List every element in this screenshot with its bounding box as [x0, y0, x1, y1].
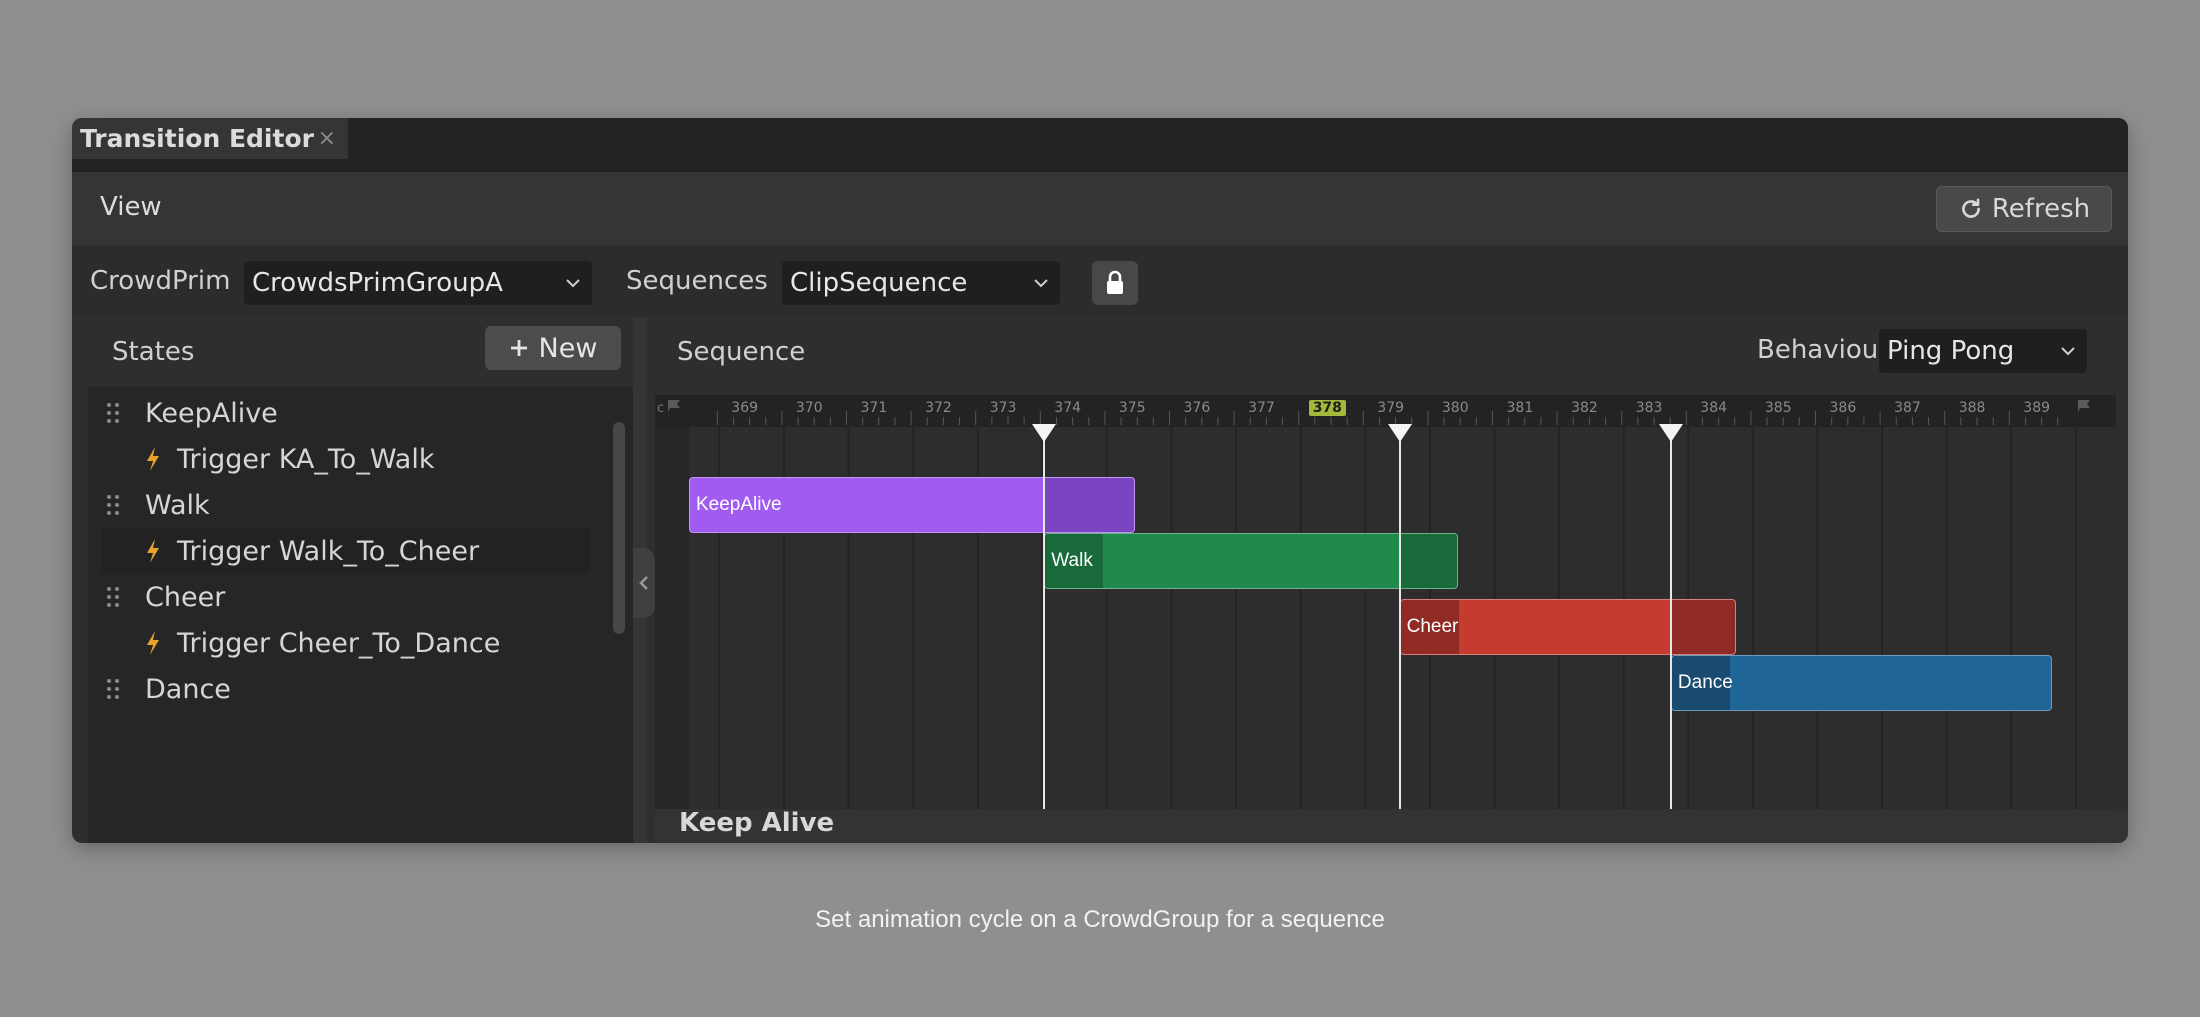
ruler-tick-label: 389 — [2023, 400, 2051, 416]
behaviour-value: Ping Pong — [1887, 336, 2015, 366]
clip-detail-bar: Keep Alive — [655, 808, 2128, 843]
sequence-header: Sequence Behaviour Ping Pong — [647, 317, 2128, 387]
ruler-tick-label: 372 — [925, 400, 952, 416]
ruler-tick-label: 386 — [1829, 400, 1857, 416]
transition-marker-icon[interactable] — [1031, 423, 1057, 443]
clip-keepalive[interactable]: KeepAlive — [689, 477, 1135, 533]
clip-blend-out — [1398, 534, 1457, 588]
trigger-label: Trigger Walk_To_Cheer — [177, 535, 480, 567]
states-scrollbar[interactable] — [613, 422, 625, 634]
state-label: Cheer — [145, 581, 226, 613]
editor-body: States New KeepAlive Trigger KA_To_Walk … — [72, 118, 2128, 843]
transition-marker-line[interactable] — [1043, 429, 1046, 809]
collapse-panel-button[interactable] — [633, 548, 655, 618]
chevron-down-icon — [2059, 345, 2077, 357]
sequence-title: Sequence — [677, 337, 806, 367]
lightning-icon — [147, 447, 159, 471]
ruler-tick-label: 369 — [731, 400, 759, 416]
ruler-tick-label: 376 — [1183, 400, 1211, 416]
ruler-tick-label: 387 — [1894, 400, 1921, 416]
drag-handle-icon[interactable] — [106, 677, 120, 701]
clip-walk[interactable]: Walk — [1044, 533, 1458, 589]
ruler-tick-label: 371 — [860, 400, 888, 416]
clips-layer: KeepAlive Walk Cheer Dance — [655, 424, 2116, 809]
ruler-tick-label: 382 — [1571, 400, 1598, 416]
trigger-label: Trigger KA_To_Walk — [177, 443, 435, 475]
ruler-tick-label: 385 — [1764, 400, 1792, 416]
ruler-tick-label: 384 — [1700, 400, 1728, 416]
transition-marker-icon[interactable] — [1658, 423, 1684, 443]
ruler-tick-label: 377 — [1248, 400, 1275, 416]
state-label: Walk — [145, 489, 210, 521]
ruler-tick-label: 373 — [989, 400, 1017, 416]
state-label: KeepAlive — [145, 397, 278, 429]
clip-detail-title: Keep Alive — [679, 808, 835, 838]
timeline-ruler[interactable]: c 369 370 371 372 373 374 375 376 377 378 379 380 38… — [655, 395, 2116, 427]
transition-marker-icon[interactable] — [1387, 423, 1413, 443]
drag-handle-icon[interactable] — [106, 585, 120, 609]
clip-label: KeepAlive — [696, 494, 782, 515]
chevron-left-icon — [639, 576, 648, 590]
ruler-tick-label: 381 — [1506, 400, 1534, 416]
ruler-tick-label: 383 — [1635, 400, 1663, 416]
clip-blend-out — [1043, 478, 1134, 532]
ruler-tick-label: 388 — [1958, 400, 1986, 416]
trigger-item-cheer-to-dance[interactable]: Trigger Cheer_To_Dance — [88, 621, 608, 665]
lightning-icon — [147, 539, 159, 563]
ruler-tick-label: 374 — [1054, 400, 1082, 416]
state-item-keepalive[interactable]: KeepAlive — [88, 391, 608, 435]
ruler-tick-label: 379 — [1377, 400, 1405, 416]
state-label: Dance — [145, 673, 231, 705]
plus-icon — [510, 340, 527, 356]
flag-end-icon — [2078, 400, 2090, 412]
clip-label: Dance — [1677, 672, 1733, 693]
start-marker-icon: c — [657, 401, 665, 416]
clip-dance[interactable]: Dance — [1670, 655, 2053, 711]
clip-label: Walk — [1051, 550, 1093, 571]
states-title: States — [112, 337, 195, 367]
trigger-item-walk-to-cheer[interactable]: Trigger Walk_To_Cheer — [102, 529, 590, 573]
states-header: States New — [88, 317, 633, 387]
transition-marker-line[interactable] — [1398, 429, 1401, 809]
trigger-item-ka-to-walk[interactable]: Trigger KA_To_Walk — [88, 437, 608, 481]
ruler-tick-label: 370 — [795, 400, 823, 416]
lightning-icon — [147, 631, 159, 655]
ruler-tick-label: 380 — [1441, 400, 1469, 416]
caption: Set animation cycle on a CrowdGroup for … — [815, 906, 1385, 933]
drag-handle-icon[interactable] — [106, 493, 120, 517]
ruler-tick-label: 378 — [1308, 400, 1346, 416]
clip-blend-out — [1669, 600, 1735, 654]
state-item-walk[interactable]: Walk — [88, 483, 608, 527]
ruler-tick-label: 375 — [1118, 400, 1146, 416]
states-panel: States New KeepAlive Trigger KA_To_Walk … — [88, 317, 633, 843]
new-label: New — [538, 332, 598, 364]
new-state-button[interactable]: New — [485, 326, 621, 370]
trigger-label: Trigger Cheer_To_Dance — [177, 627, 501, 659]
clip-label: Cheer — [1406, 616, 1459, 637]
drag-handle-icon[interactable] — [106, 401, 120, 425]
behaviour-dropdown[interactable]: Ping Pong — [1879, 329, 2087, 373]
state-item-cheer[interactable]: Cheer — [88, 575, 608, 619]
flag-start-icon — [668, 400, 680, 412]
clip-cheer[interactable]: Cheer — [1399, 599, 1736, 655]
transition-marker-line[interactable] — [1669, 429, 1672, 809]
state-item-dance[interactable]: Dance — [88, 667, 608, 711]
behaviour-label: Behaviour — [1757, 335, 1889, 365]
